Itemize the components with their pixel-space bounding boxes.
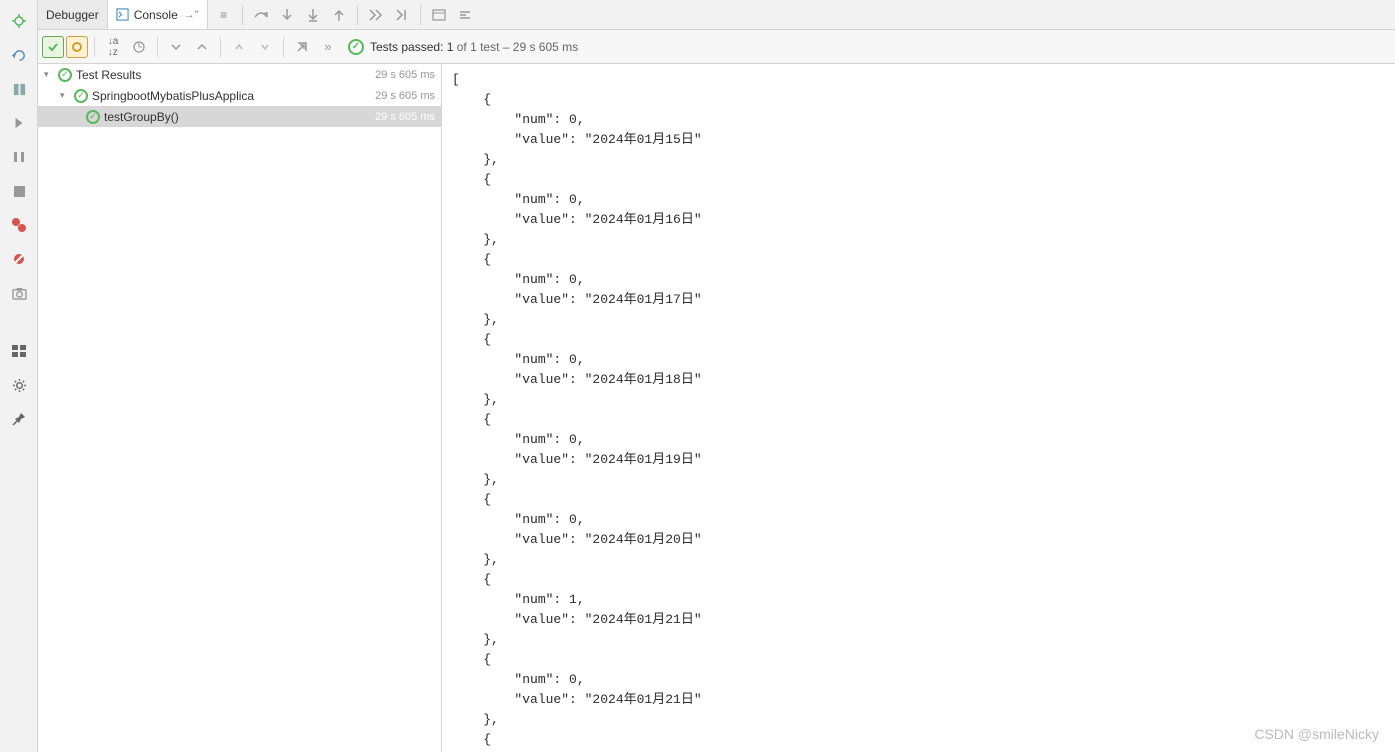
run-to-cursor-icon[interactable] — [390, 3, 414, 27]
step-into-icon[interactable] — [275, 3, 299, 27]
tab-debugger[interactable]: Debugger — [38, 0, 108, 29]
show-ignored-button[interactable] — [66, 36, 88, 58]
show-passed-button[interactable] — [42, 36, 64, 58]
drop-frame-icon[interactable] — [364, 3, 388, 27]
tree-suite-time: 29 s 605 ms — [375, 90, 441, 102]
step-over-icon[interactable] — [249, 3, 273, 27]
camera-icon[interactable] — [0, 276, 38, 310]
tree-test[interactable]: ✓ testGroupBy() 29 s 605 ms — [38, 106, 441, 127]
step-out-icon[interactable] — [327, 3, 351, 27]
stop-icon[interactable] — [0, 174, 38, 208]
tree-root-label: Test Results — [76, 68, 375, 82]
step-icon[interactable] — [0, 106, 38, 140]
pass-check-icon: ✓ — [86, 110, 100, 124]
prev-failed-icon[interactable] — [227, 35, 251, 59]
left-tool-rail — [0, 0, 38, 752]
evaluate-icon[interactable] — [427, 3, 451, 27]
tree-suite-label: SpringbootMybatisPlusApplica — [92, 89, 375, 103]
console-icon — [116, 8, 130, 22]
settings-icon[interactable] — [0, 368, 38, 402]
tab-debugger-label: Debugger — [46, 8, 99, 22]
main-area: Debugger Console →" ≡ — [38, 0, 1395, 752]
tree-root-time: 29 s 605 ms — [375, 69, 441, 81]
pass-check-icon: ✓ — [58, 68, 72, 82]
sort-alpha-icon[interactable]: ↓a↓z — [101, 35, 125, 59]
pause-icon[interactable] — [0, 140, 38, 174]
chevron-down-icon: ▾ — [44, 69, 58, 80]
next-failed-icon[interactable] — [253, 35, 277, 59]
pass-check-icon: ✓ — [74, 89, 88, 103]
tests-toolbar: ↓a↓z » ✓ Tests passed: 1 of 1 test – 29 … — [38, 30, 1395, 64]
console-output[interactable]: [ { "num": 0, "value": "2024年01月15日" }, … — [442, 64, 1395, 752]
tab-console-label: Console — [134, 8, 178, 22]
import-icon[interactable] — [290, 35, 314, 59]
force-step-into-icon[interactable] — [301, 3, 325, 27]
bug-icon[interactable] — [0, 4, 38, 38]
top-tabs: Debugger Console →" ≡ — [38, 0, 1395, 30]
sort-duration-icon[interactable] — [127, 35, 151, 59]
trace-icon[interactable] — [453, 3, 477, 27]
tests-status: ✓ Tests passed: 1 of 1 test – 29 s 605 m… — [348, 39, 578, 55]
toggle-view-icon[interactable] — [0, 72, 38, 106]
breakpoint-icon[interactable] — [0, 208, 38, 242]
test-tree-panel: ▾ ✓ Test Results 29 s 605 ms ▾ ✓ Springb… — [38, 64, 442, 752]
collapse-all-icon[interactable] — [190, 35, 214, 59]
tree-root[interactable]: ▾ ✓ Test Results 29 s 605 ms — [38, 64, 441, 85]
status-text: Tests passed: 1 of 1 test – 29 s 605 ms — [370, 40, 578, 54]
top-toolbar: ≡ — [208, 0, 481, 29]
mute-icon[interactable] — [0, 242, 38, 276]
layout-icon[interactable] — [0, 334, 38, 368]
status-check-icon: ✓ — [348, 39, 364, 55]
content-row: ▾ ✓ Test Results 29 s 605 ms ▾ ✓ Springb… — [38, 64, 1395, 752]
tab-pin-icon: →" — [184, 9, 199, 21]
tree-test-label: testGroupBy() — [104, 110, 375, 124]
tree-suite[interactable]: ▾ ✓ SpringbootMybatisPlusApplica 29 s 60… — [38, 85, 441, 106]
pin-icon[interactable] — [0, 402, 38, 436]
tree-test-time: 29 s 605 ms — [375, 111, 441, 123]
more-icon[interactable]: » — [316, 35, 340, 59]
expand-all-icon[interactable] — [164, 35, 188, 59]
chevron-down-icon: ▾ — [60, 90, 74, 101]
tab-console[interactable]: Console →" — [108, 0, 208, 29]
rerun-icon[interactable] — [0, 38, 38, 72]
align-icon[interactable]: ≡ — [212, 3, 236, 27]
